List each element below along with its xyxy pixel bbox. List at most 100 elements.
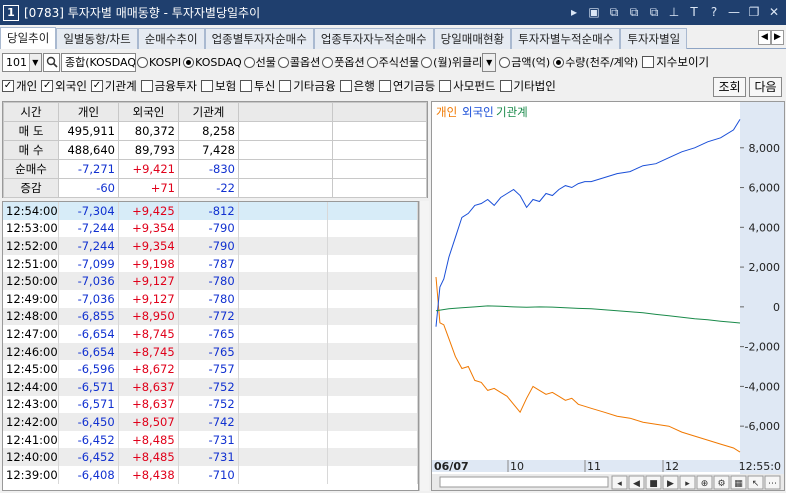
prev-icon[interactable]: ◀ xyxy=(628,475,645,490)
table-row[interactable]: 12:48:00 -6,855 +8,950 -772 xyxy=(3,307,418,326)
table-row[interactable]: 12:54:00 -7,304 +9,425 -812 xyxy=(3,202,418,220)
help-icon[interactable]: ? xyxy=(706,3,722,21)
stop-icon[interactable]: ■ xyxy=(645,475,662,490)
triangle-right-icon[interactable]: ▸ xyxy=(566,3,582,21)
investor-check[interactable]: 금융투자 xyxy=(140,78,197,94)
restore-icon[interactable]: ❐ xyxy=(746,3,762,21)
chart-icon[interactable]: ▦ xyxy=(730,475,747,490)
table-row[interactable]: 12:40:00 -6,452 +8,485 -731 xyxy=(3,448,418,466)
grid-icon[interactable]: ⚙ xyxy=(713,475,730,490)
investor-check[interactable]: ✓ 기관계 xyxy=(90,78,137,94)
investor-check[interactable]: 연기금등 xyxy=(378,78,435,94)
radio-option[interactable]: 콜옵션 xyxy=(277,54,320,70)
tab-3[interactable]: 업종별투자자순매수 xyxy=(204,28,314,49)
table-row[interactable]: 12:53:00 -7,244 +9,354 -790 xyxy=(3,219,418,238)
window-icon[interactable]: ⧉ xyxy=(606,3,622,21)
index-check[interactable]: 지수보이기 xyxy=(642,54,709,70)
radio-option[interactable]: (월)위클리 xyxy=(421,54,482,70)
tab-7[interactable]: 투자자별일 xyxy=(620,28,688,49)
radio-option[interactable]: 선물 xyxy=(243,54,276,70)
table-row[interactable]: 12:52:00 -7,244 +9,354 -790 xyxy=(3,237,418,255)
radio-button[interactable] xyxy=(553,56,565,68)
minimize-icon[interactable]: — xyxy=(726,3,742,21)
weekly-select[interactable]: ▼ xyxy=(482,52,497,72)
table-row[interactable]: 12:46:00 -6,654 +8,745 -765 xyxy=(3,342,418,361)
investor-check[interactable]: 기타금융 xyxy=(279,78,336,94)
investor-check[interactable]: 투신 xyxy=(240,78,275,94)
checkbox[interactable] xyxy=(339,80,352,92)
checkbox[interactable] xyxy=(240,80,253,92)
table-row[interactable]: 12:41:00 -6,452 +8,485 -731 xyxy=(3,430,418,449)
zoom-icon[interactable]: ▸ xyxy=(679,475,696,490)
checkbox[interactable] xyxy=(378,80,391,92)
checkbox[interactable]: ✓ xyxy=(90,80,103,92)
window2-icon[interactable]: ⧉ xyxy=(626,3,642,21)
font-icon[interactable]: T xyxy=(686,3,702,21)
window3-icon[interactable]: ⧉ xyxy=(646,3,662,21)
investor-check[interactable]: 은행 xyxy=(339,78,375,94)
radio-button[interactable] xyxy=(366,56,378,68)
next-button[interactable]: 다음 xyxy=(749,77,782,97)
tab-next-icon[interactable]: ▶ xyxy=(771,30,784,45)
tab-4[interactable]: 업종투자자누적순매수 xyxy=(313,28,434,49)
cursor-icon[interactable]: ↖ xyxy=(747,475,764,490)
radio-option[interactable]: 풋옵션 xyxy=(322,54,365,70)
radio-option[interactable]: 수량(천주/계약) xyxy=(553,54,638,70)
table-row[interactable]: 12:45:00 -6,596 +8,672 -757 xyxy=(3,360,418,378)
table-row[interactable]: 12:39:00 -6,408 +8,438 -710 xyxy=(3,465,418,484)
index-checkbox[interactable] xyxy=(642,56,655,68)
checkbox[interactable] xyxy=(499,80,512,92)
settings-icon[interactable]: ⊕ xyxy=(696,475,713,490)
investor-check[interactable]: 기타법인 xyxy=(499,78,556,94)
radio-button[interactable] xyxy=(499,56,511,68)
tab-1[interactable]: 일별동향/차트 xyxy=(56,28,138,49)
radio-button[interactable] xyxy=(243,56,255,68)
tab-5[interactable]: 당일매매현황 xyxy=(433,28,512,49)
market-combo[interactable]: 종합(KOSDAQ xyxy=(61,52,136,72)
tab-2[interactable]: 순매수추이 xyxy=(137,28,205,49)
search-button[interactable] xyxy=(43,52,60,72)
radio-button[interactable] xyxy=(277,56,289,68)
chart-scroll-thumb[interactable] xyxy=(439,476,609,488)
investor-check[interactable]: 보험 xyxy=(201,78,236,94)
table-row[interactable]: 12:43:00 -6,571 +8,637 -752 xyxy=(3,395,418,414)
chevron-down-icon[interactable]: ▼ xyxy=(28,53,41,71)
checkbox[interactable] xyxy=(201,80,213,92)
search-query-button[interactable]: 조회 xyxy=(713,77,746,97)
checkbox[interactable] xyxy=(439,80,452,92)
pin-icon[interactable]: ⊥ xyxy=(666,3,682,21)
more-icon[interactable]: ⋯ xyxy=(764,475,781,490)
table-row[interactable]: 12:49:00 -7,036 +9,127 -780 xyxy=(3,289,418,308)
tab-prev-icon[interactable]: ◀ xyxy=(758,30,771,45)
code-select[interactable]: 101 ▼ xyxy=(2,52,42,72)
vertical-scrollbar[interactable] xyxy=(419,201,429,491)
checkbox[interactable] xyxy=(140,80,153,92)
investor-check[interactable]: ✓ 외국인 xyxy=(41,78,87,94)
checkbox[interactable]: ✓ xyxy=(41,80,54,92)
tab-6[interactable]: 투자자별누적순매수 xyxy=(511,28,621,49)
chevron-down-icon[interactable]: ▼ xyxy=(483,53,496,71)
table-row[interactable]: 12:51:00 -7,099 +9,198 -787 xyxy=(3,254,418,273)
investor-check[interactable]: ✓ 개인 xyxy=(2,78,37,94)
radio-button[interactable] xyxy=(322,56,334,68)
table-row[interactable]: 12:44:00 -6,571 +8,637 -752 xyxy=(3,377,418,396)
radio-button[interactable] xyxy=(421,56,433,68)
radio-option[interactable]: KOSDAQ xyxy=(183,54,242,70)
radio-button[interactable] xyxy=(137,56,148,68)
tab-0[interactable]: 당일추이 xyxy=(0,27,57,49)
table-row[interactable]: 12:42:00 -6,450 +8,507 -742 xyxy=(3,413,418,431)
close-icon[interactable]: ✕ xyxy=(766,3,782,21)
rewind-icon[interactable]: ◂ xyxy=(611,475,628,490)
radio-option[interactable]: 금액(억) xyxy=(499,54,550,70)
m-icon[interactable]: ▣ xyxy=(586,3,602,21)
radio-option[interactable]: 주식선물 xyxy=(366,54,419,70)
play-icon[interactable]: ▶ xyxy=(662,475,679,490)
radio-option[interactable]: KOSPI xyxy=(137,54,181,70)
investor-check[interactable]: 사모펀드 xyxy=(439,78,496,94)
table-row[interactable]: 12:50:00 -7,036 +9,127 -780 xyxy=(3,272,418,290)
table-row[interactable]: 12:47:00 -6,654 +8,745 -765 xyxy=(3,325,418,343)
checkbox[interactable] xyxy=(279,80,292,92)
checkbox[interactable]: ✓ xyxy=(2,80,14,92)
time-list[interactable]: 12:54:00 -7,304 +9,425 -812 12:53:00 -7,244 +9… xyxy=(2,201,419,491)
radio-button[interactable] xyxy=(183,56,195,68)
